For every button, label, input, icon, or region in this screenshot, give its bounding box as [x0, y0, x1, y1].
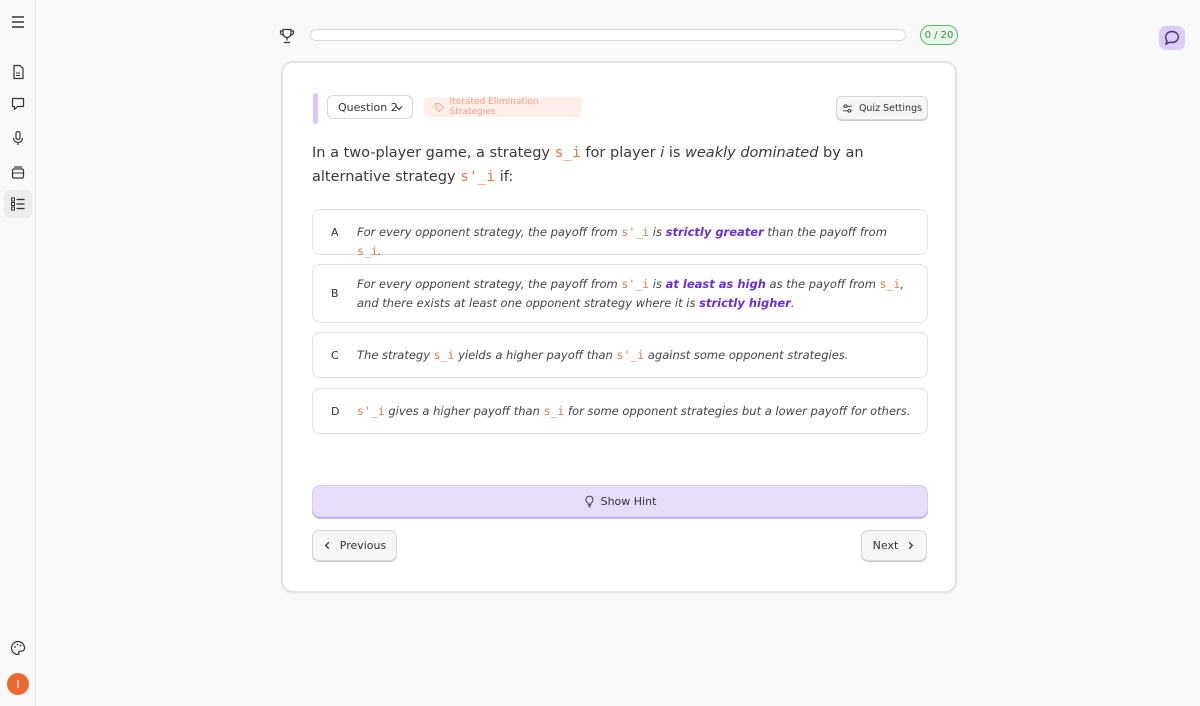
option-a[interactable]: A For every opponent strategy, the payof… — [312, 209, 928, 258]
option-letter: C — [331, 349, 339, 362]
previous-button[interactable]: Previous — [312, 530, 397, 561]
option-text: s'_i gives a higher payoff than s_i for … — [357, 404, 911, 418]
chevron-right-icon — [909, 541, 914, 550]
quiz-card: Question 2 Iterated Elimination Strategi… — [281, 61, 957, 593]
next-label: Next — [872, 539, 899, 552]
document-icon[interactable] — [4, 58, 32, 86]
quiz-settings-button[interactable]: Quiz Settings — [836, 96, 928, 120]
speech-bubble-icon — [1164, 30, 1180, 46]
topic-tag-label: Iterated Elimination Strategies — [449, 97, 539, 117]
tag-icon — [434, 102, 444, 112]
option-text: For every opponent strategy, the payoff … — [357, 225, 887, 258]
sidebar: I — [0, 0, 36, 706]
lightbulb-icon — [585, 495, 594, 507]
option-letter: A — [331, 226, 339, 239]
menu-icon[interactable] — [4, 8, 32, 36]
next-button[interactable]: Next — [861, 530, 927, 561]
chevron-down-icon — [395, 106, 403, 111]
code-s-i: s_i — [554, 145, 581, 161]
trophy-icon — [279, 28, 295, 44]
palette-icon[interactable] — [4, 634, 32, 662]
progress-bar — [310, 29, 906, 41]
option-d[interactable]: D s'_i gives a higher payoff than s_i fo… — [312, 388, 928, 434]
chat-assistant-button[interactable] — [1159, 26, 1185, 50]
sliders-icon — [842, 103, 853, 113]
chat-icon[interactable] — [4, 90, 32, 118]
topic-tag: Iterated Elimination Strategies — [424, 97, 582, 117]
option-text: The strategy s_i yields a higher payoff … — [357, 348, 849, 362]
show-hint-button[interactable]: Show Hint — [312, 485, 928, 517]
question-selector-label: Question 2 — [338, 100, 398, 114]
avatar[interactable]: I — [7, 673, 29, 695]
show-hint-label: Show Hint — [600, 494, 657, 508]
code-s-prime-i: s'_i — [460, 169, 496, 185]
list-icon[interactable] — [4, 190, 32, 218]
cards-icon[interactable] — [4, 158, 32, 186]
accent-bar — [313, 93, 318, 124]
question-text: In a two-player game, a strategy s_i for… — [312, 145, 864, 185]
option-letter: D — [331, 405, 340, 418]
progress-count-badge: 0 / 20 — [920, 25, 958, 45]
option-b[interactable]: B For every opponent strategy, the payof… — [312, 264, 928, 323]
option-c[interactable]: C The strategy s_i yields a higher payof… — [312, 332, 928, 378]
quiz-settings-label: Quiz Settings — [858, 102, 923, 114]
chevron-left-icon — [324, 541, 330, 550]
microphone-icon[interactable] — [4, 124, 32, 152]
option-text: For every opponent strategy, the payoff … — [357, 277, 905, 310]
previous-label: Previous — [339, 539, 387, 552]
option-letter: B — [331, 287, 339, 300]
question-selector[interactable]: Question 2 — [327, 95, 413, 119]
